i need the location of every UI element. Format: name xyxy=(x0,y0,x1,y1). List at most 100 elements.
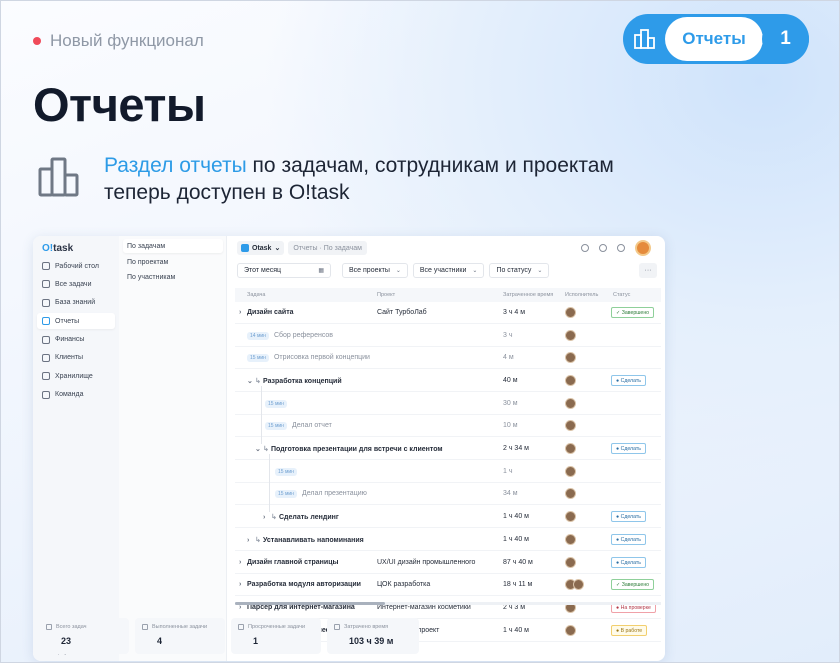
table-row[interactable]: 15 мин Делал отчет 10 м xyxy=(235,415,661,437)
table-row[interactable]: 15 мин Отрисовка первой концепции 4 м xyxy=(235,347,661,369)
task-label: Делал презентацию xyxy=(301,490,367,497)
chart-icon xyxy=(42,317,50,326)
status-badge[interactable]: ● Сделать xyxy=(611,443,646,454)
table-row[interactable]: › ↳ Сделать лендинг 1 ч 40 м ● Сделать xyxy=(235,506,661,528)
horizontal-scrollbar[interactable] xyxy=(235,602,661,605)
time-spent: 4 м xyxy=(503,354,514,361)
task-name: 15 мин xyxy=(265,400,292,408)
assignee-avatar[interactable] xyxy=(565,307,576,318)
subnav-by-members[interactable]: По участникам xyxy=(123,270,223,284)
topbar-icons xyxy=(581,240,651,256)
sidebar-item-label: Хранилище xyxy=(55,372,93,380)
subtask-icon: ↳ xyxy=(271,514,277,521)
status-filter[interactable]: По статусу ⌄ xyxy=(489,263,550,278)
col-task[interactable]: Задача xyxy=(247,292,265,298)
user-card-icon xyxy=(42,353,50,362)
status-badge[interactable]: ● Сделать xyxy=(611,534,646,545)
expand-chevron-icon[interactable]: › xyxy=(239,604,247,611)
task-label: Дизайн главной страницы xyxy=(247,559,339,566)
period-select[interactable]: Этот месяц ▦ xyxy=(237,263,331,278)
sidebar-item-label: Финансы xyxy=(55,336,85,344)
sidebar-item-7[interactable]: Команда xyxy=(37,387,115,403)
col-time[interactable]: Затраченное время xyxy=(503,292,553,298)
table-row[interactable]: ⌄ ↳ Разработка концепций 40 м ● Сделать xyxy=(235,370,661,392)
projects-filter[interactable]: Все проекты ⌄ xyxy=(342,263,408,278)
time-estimate-badge: 15 мин xyxy=(247,354,269,362)
expand-chevron-icon[interactable]: › xyxy=(247,537,255,544)
sidebar-item-5[interactable]: Клиенты xyxy=(37,350,115,366)
table-row[interactable]: 15 мин 1 ч xyxy=(235,461,661,483)
task-name: › Парсер для интернет-магазина xyxy=(239,604,355,611)
bell-icon[interactable] xyxy=(599,244,607,252)
assignee-avatar[interactable] xyxy=(565,398,576,409)
assignee-avatar[interactable] xyxy=(565,352,576,363)
table-row[interactable]: 14 мин Сбор референсов 3 ч xyxy=(235,325,661,347)
desc-line1: по задачам, сотрудникам и проектам xyxy=(246,154,614,177)
sidebar-item-label: База знаний xyxy=(55,299,96,307)
sidebar-item-2[interactable]: База знаний xyxy=(37,295,115,311)
stat-value: 23 xyxy=(61,636,72,646)
status-badge[interactable]: ✓ Завершено xyxy=(611,307,655,318)
expand-chevron-icon[interactable]: › xyxy=(239,309,247,316)
subnav-by-tasks[interactable]: По задачам xyxy=(123,239,223,253)
task-name: › Дизайн главной страницы xyxy=(239,559,339,566)
table-row[interactable]: › Дизайн главной страницы UX/UI дизайн про… xyxy=(235,552,661,574)
help-icon[interactable] xyxy=(617,244,625,252)
table-row[interactable]: › Разработка модуля авторизации ЦОК разраб… xyxy=(235,574,661,596)
expand-chevron-icon[interactable]: ⌄ xyxy=(255,445,263,453)
col-project[interactable]: Проект xyxy=(377,292,395,298)
table-row[interactable]: › Дизайн сайта Сайт ТурбоЛаб 3 ч 4 м ✓ Завер… xyxy=(235,302,661,324)
assignee-avatar[interactable] xyxy=(565,625,576,636)
task-label: Разработка модуля авторизации xyxy=(247,581,361,588)
table-row[interactable]: 15 мин Делал презентацию 34 м xyxy=(235,483,661,505)
tree-guide-line xyxy=(261,386,262,444)
workspace-switcher[interactable]: Otask ⌄ xyxy=(237,241,285,255)
col-assignee[interactable]: Исполнитель xyxy=(565,292,598,298)
expand-chevron-icon[interactable]: ⌄ xyxy=(247,377,255,385)
assignee-avatar[interactable] xyxy=(565,443,576,454)
scrollbar-thumb[interactable] xyxy=(235,602,385,605)
assignee-avatar[interactable] xyxy=(565,534,576,545)
task-name: › Дизайн сайта xyxy=(239,309,294,316)
table-row[interactable]: › Парсер для интернет-магазина Интернет-ма… xyxy=(235,597,661,619)
table-row[interactable]: 15 мин 30 м xyxy=(235,393,661,415)
status-badge[interactable]: ✓ Завершено xyxy=(611,579,655,590)
assignee-avatar[interactable] xyxy=(573,579,584,590)
assignee-avatar[interactable] xyxy=(565,420,576,431)
expand-chevron-icon[interactable]: › xyxy=(239,559,247,566)
sidebar-item-3[interactable]: Отчеты xyxy=(37,313,115,330)
folder-icon xyxy=(42,372,50,381)
status-badge[interactable]: ● В работе xyxy=(611,625,648,636)
table-row[interactable]: › ↳ Устанавливать напоминания 1 ч 40 м ● Сде… xyxy=(235,529,661,551)
time-estimate-badge: 15 мин xyxy=(275,490,297,498)
col-status[interactable]: Статус xyxy=(613,292,630,298)
assignee-avatar[interactable] xyxy=(565,330,576,341)
assignee-avatar[interactable] xyxy=(565,511,576,522)
assignee-avatar[interactable] xyxy=(565,557,576,568)
status-badge[interactable]: ● Сделать xyxy=(611,375,646,386)
bar-chart-icon xyxy=(634,29,655,49)
subnav-by-projects[interactable]: По проектам xyxy=(123,255,223,269)
more-button[interactable]: ··· xyxy=(639,263,657,278)
assignee-avatar[interactable] xyxy=(565,375,576,386)
sidebar-item-0[interactable]: Рабочий стол xyxy=(37,258,115,274)
expand-chevron-icon[interactable]: › xyxy=(239,581,247,588)
sidebar-item-1[interactable]: Все задачи xyxy=(37,276,115,292)
sidebar-item-6[interactable]: Хранилище xyxy=(37,368,115,384)
red-dot-icon xyxy=(33,37,41,45)
status-badge[interactable]: ● Сделать xyxy=(611,557,646,568)
avatar[interactable] xyxy=(635,240,651,256)
stat-icon xyxy=(46,624,52,630)
team-icon xyxy=(42,390,50,399)
status-badge[interactable]: ● Сделать xyxy=(611,511,646,522)
members-filter[interactable]: Все участники ⌄ xyxy=(412,263,485,278)
table-row[interactable]: ⌄ ↳ Подготовка презентации для встречи с к… xyxy=(235,438,661,460)
assignee-avatar[interactable] xyxy=(565,466,576,477)
task-name: ⌄ ↳ Разработка концепций xyxy=(247,377,342,385)
search-icon[interactable] xyxy=(581,244,589,252)
expand-chevron-icon[interactable]: › xyxy=(263,514,271,521)
task-name: 14 мин Сбор референсов xyxy=(247,332,333,340)
sidebar-item-4[interactable]: Финансы xyxy=(37,332,115,348)
breadcrumb: Отчеты · По задачам xyxy=(288,241,367,255)
assignee-avatar[interactable] xyxy=(565,488,576,499)
